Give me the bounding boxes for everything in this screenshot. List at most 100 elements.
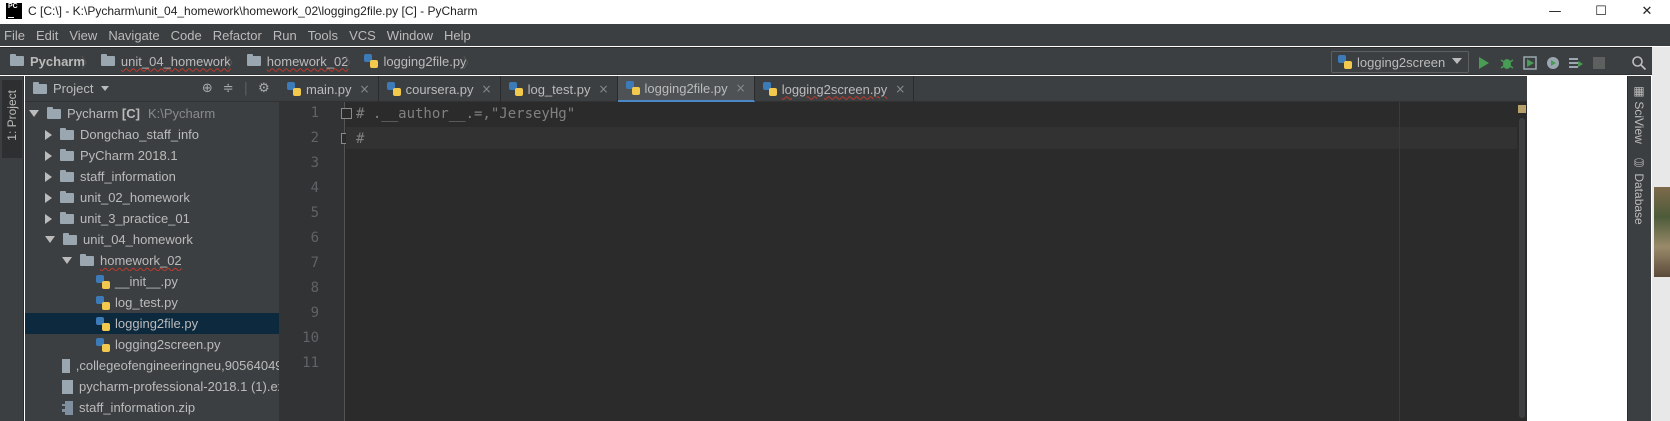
- folder-icon: [60, 169, 74, 182]
- collapse-arrow-icon[interactable]: [45, 171, 52, 182]
- toolbar-separator: |: [243, 81, 249, 96]
- editor-tab-bar: main.py × coursera.py × log_test.py × loggi…: [279, 76, 1527, 102]
- folder-icon: [246, 54, 261, 66]
- code-line: # .__author__.=,"JerseyHg": [356, 106, 576, 122]
- tree-node-python-file[interactable]: logging2screen.py: [25, 334, 297, 355]
- profile-icon[interactable]: [1545, 55, 1561, 71]
- project-view-selector[interactable]: Project: [53, 81, 93, 96]
- menu-tools[interactable]: Tools: [308, 28, 338, 43]
- database-tool-tab[interactable]: ⛁ Database: [1632, 156, 1646, 225]
- python-file-icon: [96, 274, 110, 289]
- close-icon[interactable]: ×: [482, 82, 492, 96]
- expand-arrow-icon[interactable]: [62, 257, 72, 264]
- sciview-tool-tab[interactable]: ▦ SciView: [1632, 84, 1646, 144]
- tree-node-python-file[interactable]: __init__.py: [25, 271, 297, 292]
- code-line: #: [356, 131, 365, 147]
- menu-navigate[interactable]: Navigate: [108, 28, 159, 43]
- debug-icon[interactable]: [1499, 55, 1515, 71]
- tree-node-python-file-selected[interactable]: logging2file.py: [25, 313, 297, 334]
- close-icon[interactable]: ×: [598, 82, 608, 96]
- minimize-button[interactable]: —: [1532, 0, 1578, 22]
- breadcrumb-item-unit-04[interactable]: unit_04_homework 〉: [91, 47, 241, 75]
- project-panel-header: Project ⊕ ≑ | ⚙ ⊢: [25, 76, 297, 102]
- folder-icon: [80, 253, 94, 266]
- tree-node-folder[interactable]: unit_04_homework: [25, 229, 297, 250]
- breadcrumb-item-pycharm[interactable]: Pycharm 〉: [0, 47, 95, 75]
- project-tool-tab[interactable]: 1: Project: [2, 80, 22, 158]
- stop-icon[interactable]: [1591, 55, 1607, 71]
- tree-node-file[interactable]: ,collegeofengineeringneu,9056404916: [25, 355, 297, 376]
- menu-vcs[interactable]: VCS: [349, 28, 376, 43]
- chevron-down-icon: [1452, 58, 1462, 64]
- run-configuration-dropdown[interactable]: logging2screen: [1331, 51, 1469, 73]
- tab-coursera-py[interactable]: coursera.py ×: [379, 76, 501, 102]
- folder-icon: [10, 54, 24, 66]
- tree-node-pycharm-root[interactable]: Pycharm [C] K:\Pycharm: [25, 103, 297, 124]
- line-number: 8: [310, 280, 319, 296]
- background-window-edge: [1652, 47, 1670, 421]
- coverage-icon[interactable]: [1522, 55, 1538, 71]
- maximize-button[interactable]: ☐: [1578, 0, 1624, 22]
- menu-window[interactable]: Window: [387, 28, 433, 43]
- line-number: 7: [310, 255, 319, 271]
- file-icon: [62, 358, 70, 373]
- line-number: 11: [302, 355, 319, 371]
- tree-node-folder[interactable]: unit_02_homework: [25, 187, 297, 208]
- inspection-status-icon[interactable]: [1518, 105, 1526, 113]
- tab-logging2screen-py[interactable]: logging2screen.py ×: [755, 76, 915, 102]
- collapse-arrow-icon[interactable]: [45, 192, 52, 203]
- right-margin-guide: [1399, 102, 1400, 421]
- collapse-arrow-icon[interactable]: [45, 150, 52, 161]
- zip-archive-icon: [62, 400, 73, 415]
- line-number: 3: [310, 155, 319, 171]
- run-icon[interactable]: [1476, 55, 1492, 71]
- expand-arrow-icon[interactable]: [29, 110, 39, 117]
- python-file-icon: [625, 81, 640, 95]
- close-icon[interactable]: ×: [360, 82, 370, 96]
- breadcrumb-item-file[interactable]: logging2file.py 〉: [354, 47, 477, 75]
- editor-area: main.py × coursera.py × log_test.py × loggi…: [279, 76, 1527, 421]
- tree-node-file[interactable]: pycharm-professional-2018.1 (1).exe: [25, 376, 297, 397]
- tab-logging2file-py[interactable]: logging2file.py ×: [617, 76, 755, 102]
- line-number: 4: [310, 180, 319, 196]
- menu-refactor[interactable]: Refactor: [213, 28, 262, 43]
- collapse-arrow-icon[interactable]: [45, 213, 52, 224]
- tab-main-py[interactable]: main.py ×: [279, 76, 379, 102]
- pycharm-app-icon: PC: [6, 3, 22, 19]
- python-file-icon: [1338, 55, 1352, 69]
- chevron-down-icon[interactable]: [101, 86, 110, 91]
- code-editor[interactable]: # .__author__.=,"JerseyHg" #: [346, 102, 1520, 421]
- close-window-button[interactable]: ✕: [1624, 0, 1670, 22]
- editor-scrollbar[interactable]: [1517, 102, 1527, 421]
- tree-node-folder[interactable]: homework_02: [25, 250, 297, 271]
- menu-edit[interactable]: Edit: [36, 28, 58, 43]
- tab-log-test-py[interactable]: log_test.py ×: [501, 76, 618, 102]
- line-number: 10: [302, 330, 319, 346]
- folder-icon: [60, 211, 74, 224]
- locate-file-icon[interactable]: ⊕: [202, 81, 213, 96]
- menu-help[interactable]: Help: [444, 28, 471, 43]
- line-number: 9: [310, 305, 319, 321]
- menu-file[interactable]: File: [4, 28, 25, 43]
- concurrency-icon[interactable]: [1568, 55, 1584, 71]
- collapse-all-icon[interactable]: ≑: [223, 81, 234, 96]
- menu-run[interactable]: Run: [273, 28, 297, 43]
- tree-node-folder[interactable]: Dongchao_staff_info: [25, 124, 297, 145]
- breadcrumb-item-homework-02[interactable]: homework_02 〉: [237, 47, 358, 75]
- collapse-arrow-icon[interactable]: [45, 129, 52, 140]
- gear-icon[interactable]: ⚙: [258, 81, 270, 96]
- tree-node-folder[interactable]: unit_3_practice_01: [25, 208, 297, 229]
- folder-icon: [60, 127, 74, 140]
- tree-node-folder[interactable]: PyCharm 2018.1: [25, 145, 297, 166]
- close-icon[interactable]: ×: [736, 81, 746, 95]
- project-panel: Project ⊕ ≑ | ⚙ ⊢ Pycharm [C] K:\Pycharm…: [25, 76, 303, 421]
- tree-node-python-file[interactable]: log_test.py: [25, 292, 297, 313]
- expand-arrow-icon[interactable]: [45, 236, 55, 243]
- line-number: 2: [310, 130, 319, 146]
- close-icon[interactable]: ×: [895, 82, 905, 96]
- tree-node-folder[interactable]: staff_information: [25, 166, 297, 187]
- menu-code[interactable]: Code: [171, 28, 202, 43]
- tree-node-zip-file[interactable]: staff_information.zip: [25, 397, 297, 418]
- menu-view[interactable]: View: [69, 28, 97, 43]
- search-icon[interactable]: [1631, 55, 1647, 71]
